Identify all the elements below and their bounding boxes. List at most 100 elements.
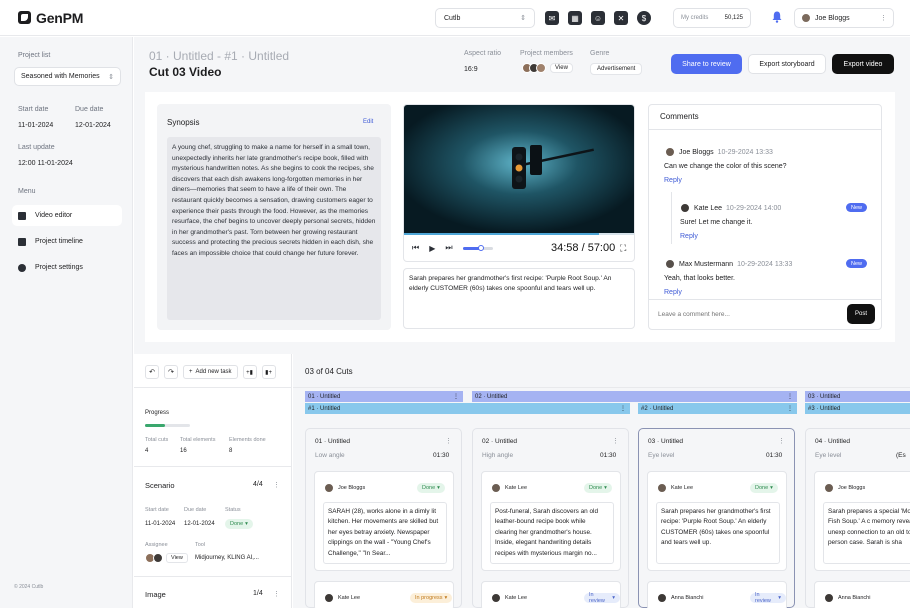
scene-header-1[interactable]: 01 · Untitled ⋮ xyxy=(305,391,463,402)
element-text-box[interactable]: Sarah prepares a special 'Moonlight Fish… xyxy=(823,502,910,564)
sidebar-item-video-editor[interactable]: Video editor xyxy=(12,205,122,226)
element-card[interactable]: Joe Bloggs Sarah prepares a special 'Moon… xyxy=(814,471,910,571)
element-card[interactable]: Joe Bloggs Done ▾ SARAH (28), works alone i… xyxy=(314,471,454,571)
cut-column[interactable]: 01 · Untitled ⋮ Low angle 01:30 Joe Bloggs Do… xyxy=(305,428,462,608)
scene-caption-box[interactable]: Sarah prepares her grandmother's first r… xyxy=(403,268,635,329)
sub-header-3[interactable]: #3 · Untitled xyxy=(805,403,910,414)
element-status-badge[interactable]: Done ▾ xyxy=(417,483,445,493)
element-status-badge[interactable]: In review ▾ xyxy=(750,592,786,604)
play-icon[interactable]: ▶ xyxy=(429,244,435,253)
cut-column[interactable]: 02 · Untitled ⋮ High angle 01:30 Kate Lee Don… xyxy=(472,428,629,608)
element-text: Sarah prepares a special 'Moonlight Fish… xyxy=(828,508,910,547)
comment-reply-link[interactable]: Reply xyxy=(664,177,682,184)
element-assignee: Kate Lee xyxy=(491,483,527,493)
assignee-group[interactable]: View xyxy=(145,553,188,563)
more-icon[interactable]: ⋮ xyxy=(620,405,626,412)
cut-column[interactable]: 04 · Untitled Eye level (Es Joe Bloggs Sarah… xyxy=(805,428,910,608)
video-player[interactable]: ⏮ ▶ ⏭ 34:58 / 57:00 ⛶ xyxy=(403,104,635,262)
user-menu[interactable]: Joe Bloggs ⋮ xyxy=(794,8,894,28)
project-list-label: Project list xyxy=(18,52,51,59)
scenario-due-value: 12-01-2024 xyxy=(184,521,215,527)
more-icon[interactable]: ⋮ xyxy=(787,405,793,412)
comment-reply-link[interactable]: Reply xyxy=(664,289,682,296)
element-card[interactable]: Anna Bianchi In review ▾ xyxy=(647,581,787,608)
cut-duration: 01:30 xyxy=(766,452,783,459)
bell-icon[interactable] xyxy=(772,11,782,23)
volume-slider[interactable] xyxy=(462,244,493,251)
element-card[interactable]: Kate Lee Done ▾ Post-funeral, Sarah discove… xyxy=(481,471,621,571)
post-button[interactable]: Post xyxy=(847,304,875,324)
toolbar-icons: ✉ ▦ ☺ ✕ $ xyxy=(545,11,651,25)
element-card[interactable]: Kate Lee In review ▾ xyxy=(481,581,621,608)
new-badge: New xyxy=(846,259,868,268)
sidebar-item-project-timeline[interactable]: Project timeline xyxy=(12,231,122,252)
chevron-down-icon: ▾ xyxy=(770,485,773,491)
element-text-box[interactable]: Post-funeral, Sarah discovers an old lea… xyxy=(490,502,614,564)
image-more-icon[interactable]: ⋮ xyxy=(273,590,280,598)
chevron-down-icon: ▾ xyxy=(604,485,607,491)
more-icon[interactable]: ⋮ xyxy=(453,393,459,400)
element-status-badge[interactable]: In review ▾ xyxy=(584,592,620,604)
calendar-icon[interactable]: ▦ xyxy=(568,11,582,25)
comment-reply-link[interactable]: Reply xyxy=(680,233,698,240)
volume-knob[interactable] xyxy=(477,244,484,251)
due-date-value: 12-01-2024 xyxy=(75,122,111,129)
synopsis-edit-link[interactable]: Edit xyxy=(363,119,373,125)
avatar xyxy=(680,203,690,213)
sub-header-2[interactable]: #2 · Untitled ⋮ xyxy=(638,403,797,414)
cut-column[interactable]: 03 · Untitled ⋮ Eye level 01:30 Kate Lee Done… xyxy=(638,428,795,608)
tools-icon[interactable]: ✕ xyxy=(614,11,628,25)
add-new-task-button[interactable]: + Add new task xyxy=(183,365,238,379)
scenario-more-icon[interactable]: ⋮ xyxy=(273,481,280,489)
app-logo[interactable]: GenPM xyxy=(18,10,83,26)
dollar-icon[interactable]: $ xyxy=(637,11,651,25)
project-list-select[interactable]: Seasoned with Memories ⇕ xyxy=(14,67,121,86)
members-group[interactable]: View xyxy=(522,63,573,73)
more-icon[interactable]: ⋮ xyxy=(787,393,793,400)
element-text-box[interactable]: Sarah prepares her grandmother's first r… xyxy=(656,502,780,564)
element-status-badge[interactable]: Done ▾ xyxy=(584,483,612,493)
team-icon[interactable]: ☺ xyxy=(591,11,605,25)
sidebar-item-project-settings[interactable]: Project settings xyxy=(12,257,122,278)
insert-right-icon[interactable]: ▮+ xyxy=(261,365,276,379)
element-card[interactable]: Kate Lee In progress ▾ xyxy=(314,581,454,608)
avatar xyxy=(657,483,667,493)
members-view-button[interactable]: View xyxy=(550,63,573,73)
skip-back-icon[interactable]: ⏮ xyxy=(412,243,419,253)
export-storyboard-button[interactable]: Export storyboard xyxy=(748,54,826,74)
scenario-status-badge[interactable]: Done ▾ xyxy=(225,519,253,529)
avatar xyxy=(324,483,334,493)
synopsis-text: A young chef, struggling to make a name … xyxy=(172,144,376,257)
element-card[interactable]: Anna Bianchi xyxy=(814,581,910,608)
skip-forward-icon[interactable]: ⏭ xyxy=(445,243,452,253)
share-to-review-button[interactable]: Share to review xyxy=(671,54,742,74)
comment-input[interactable] xyxy=(652,304,840,324)
comment-header: Max Mustermann 10-29-2024 13:33 xyxy=(665,259,792,269)
total-cuts-label: Total cuts xyxy=(145,437,169,443)
more-icon[interactable]: ⋮ xyxy=(445,437,452,445)
more-icon[interactable]: ⋮ xyxy=(612,437,619,445)
sub-header-1[interactable]: #1 · Untitled ⋮ xyxy=(305,403,630,414)
last-update-value: 12:00 11-01-2024 xyxy=(18,160,73,167)
thread-line xyxy=(671,192,672,244)
export-video-button[interactable]: Export video xyxy=(832,54,894,74)
scene-header-2[interactable]: 02 · Untitled ⋮ xyxy=(472,391,797,402)
scenario-label: Scenario xyxy=(145,481,175,490)
chat-icon[interactable]: ✉ xyxy=(545,11,559,25)
element-card[interactable]: Kate Lee Done ▾ Sarah prepares her grandmot… xyxy=(647,471,787,571)
element-text-box[interactable]: SARAH (28), works alone in a dimly lit k… xyxy=(323,502,447,564)
undo-icon[interactable]: ↶ xyxy=(145,365,159,379)
insert-left-icon[interactable]: +▮ xyxy=(242,365,257,379)
element-status-badge[interactable]: Done ▾ xyxy=(750,483,778,493)
video-progress-track[interactable] xyxy=(404,233,634,235)
project-select[interactable]: Cutlb ⇕ xyxy=(435,8,535,28)
fullscreen-icon[interactable]: ⛶ xyxy=(620,243,626,254)
element-status-badge[interactable]: In progress ▾ xyxy=(410,593,453,603)
synopsis-title: Synopsis xyxy=(167,118,200,127)
more-icon[interactable]: ⋮ xyxy=(778,437,785,445)
redo-icon[interactable]: ↷ xyxy=(164,365,178,379)
assignee-view-button[interactable]: View xyxy=(166,553,188,563)
cut-title: 03 · Untitled xyxy=(648,438,684,445)
chevron-updown-icon: ⇕ xyxy=(520,15,526,22)
scene-header-3[interactable]: 03 · Untitled xyxy=(805,391,910,402)
